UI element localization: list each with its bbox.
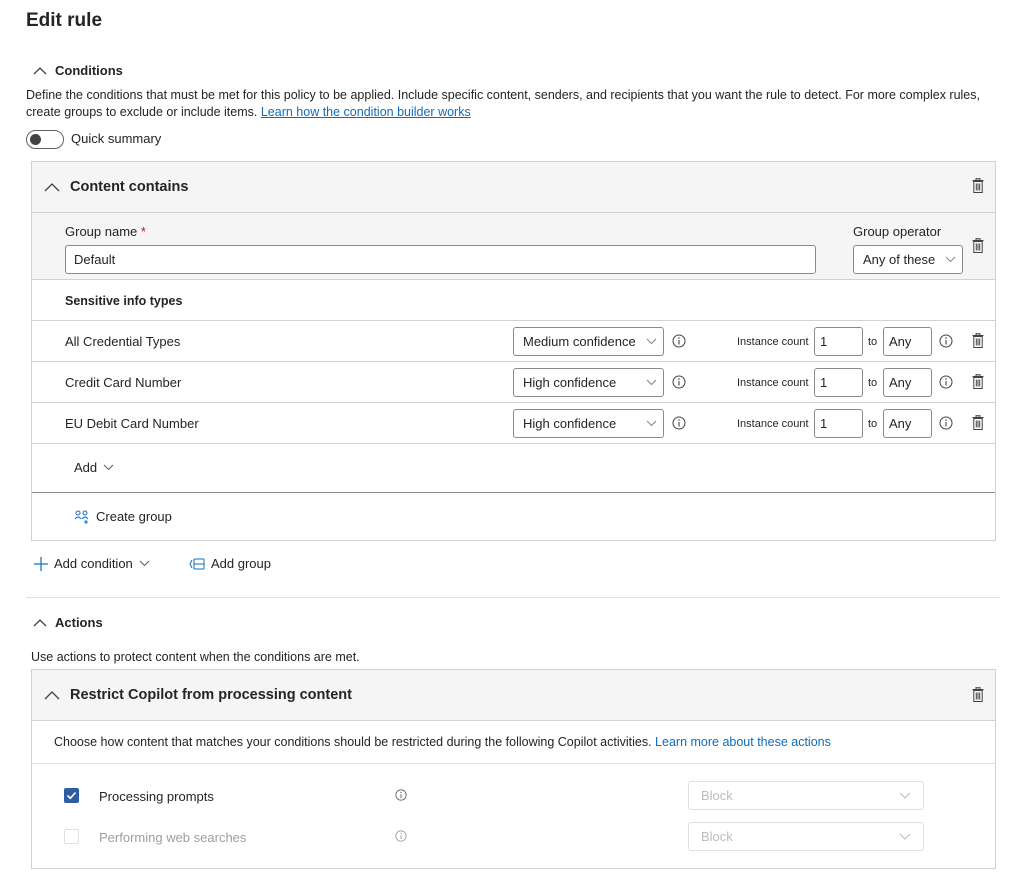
web-searches-action-select[interactable]: Block [688,822,924,851]
processing-prompts-action-select[interactable]: Block [688,781,924,810]
instance-min-input[interactable]: 1 [814,368,863,397]
info-icon[interactable] [672,334,686,348]
quick-summary-toggle[interactable] [26,130,64,149]
instance-max-input[interactable]: Any [883,368,932,397]
instance-count-label: Instance count [737,377,809,389]
sit-row: All Credential Types Medium confidence I… [32,321,995,362]
chevron-down-icon [139,560,150,567]
processing-prompts-label: Processing prompts [99,789,214,804]
actions-description: Use actions to protect content when the … [31,650,360,664]
section-divider [26,597,1000,598]
content-contains-header[interactable]: Content contains [32,162,995,213]
group-operator-select[interactable]: Any of these [853,245,963,274]
to-label: to [868,418,878,430]
add-group-button[interactable]: Add group [189,556,271,571]
page-title: Edit rule [26,10,103,31]
add-group-icon [189,558,205,570]
divider [32,763,995,764]
sit-name: Credit Card Number [65,375,182,390]
confidence-select[interactable]: High confidence [513,409,664,438]
info-icon[interactable] [939,334,953,348]
restrict-copilot-title: Restrict Copilot from processing content [70,687,352,703]
restrict-copilot-card: Restrict Copilot from processing content… [31,669,996,869]
info-icon[interactable] [395,789,407,801]
instance-count-label: Instance count [737,336,809,348]
learn-actions-link[interactable]: Learn more about these actions [655,735,831,749]
restrict-copilot-header[interactable]: Restrict Copilot from processing content [32,670,995,721]
content-contains-card: Content contains Group name * Default Gr… [31,161,996,541]
processing-prompts-checkbox[interactable] [64,788,79,803]
content-contains-title: Content contains [70,179,189,195]
conditions-header[interactable]: Conditions [33,63,123,78]
confidence-select[interactable]: High confidence [513,368,664,397]
copilot-description: Choose how content that matches your con… [54,735,831,749]
web-searches-label: Performing web searches [99,830,247,845]
chevron-up-icon [33,66,47,75]
chevron-down-icon [646,338,657,345]
group-name-label: Group name * [65,224,146,239]
sit-name: All Credential Types [65,334,181,349]
group-name-input[interactable]: Default [65,245,816,274]
add-sit-button[interactable]: Add [74,460,114,475]
delete-sit-icon[interactable] [972,415,984,430]
sit-row: Credit Card Number High confidence Insta… [32,362,995,403]
instance-min-input[interactable]: 1 [814,327,863,356]
instance-max-input[interactable]: Any [883,409,932,438]
chevron-up-icon [44,182,60,192]
chevron-down-icon [899,833,911,840]
actions-heading: Actions [55,615,103,630]
info-icon[interactable] [939,416,953,430]
plus-icon [34,556,48,571]
info-icon[interactable] [672,375,686,389]
add-condition-button[interactable]: Add condition [34,556,150,571]
delete-sit-icon[interactable] [972,374,984,389]
chevron-down-icon [945,256,956,263]
sit-heading: Sensitive info types [65,294,183,308]
to-label: to [868,377,878,389]
create-group-button[interactable]: Create group [74,509,172,524]
info-icon[interactable] [939,375,953,389]
delete-sit-icon[interactable] [972,333,984,348]
instance-count-label: Instance count [737,418,809,430]
delete-group-icon[interactable] [972,238,984,253]
group-operator-label: Group operator [853,224,942,239]
info-icon[interactable] [395,830,407,842]
to-label: to [868,336,878,348]
delete-condition-icon[interactable] [972,178,984,193]
confidence-select[interactable]: Medium confidence [513,327,664,356]
chevron-down-icon [899,792,911,799]
conditions-heading: Conditions [55,63,123,78]
sit-row: EU Debit Card Number High confidence Ins… [32,403,995,444]
divider [32,492,995,493]
instance-min-input[interactable]: 1 [814,409,863,438]
quick-summary-label: Quick summary [71,131,162,146]
chevron-down-icon [646,420,657,427]
conditions-description: Define the conditions that must be met f… [26,88,980,119]
info-icon[interactable] [672,416,686,430]
delete-action-icon[interactable] [972,687,984,702]
chevron-down-icon [646,379,657,386]
create-group-icon [74,510,90,524]
instance-max-input[interactable]: Any [883,327,932,356]
web-searches-checkbox[interactable] [64,829,79,844]
learn-condition-builder-link[interactable]: Learn how the condition builder works [261,105,471,119]
sit-name: EU Debit Card Number [65,416,199,431]
actions-header[interactable]: Actions [33,615,103,630]
chevron-down-icon [103,464,114,471]
chevron-up-icon [44,690,60,700]
chevron-up-icon [33,618,47,627]
